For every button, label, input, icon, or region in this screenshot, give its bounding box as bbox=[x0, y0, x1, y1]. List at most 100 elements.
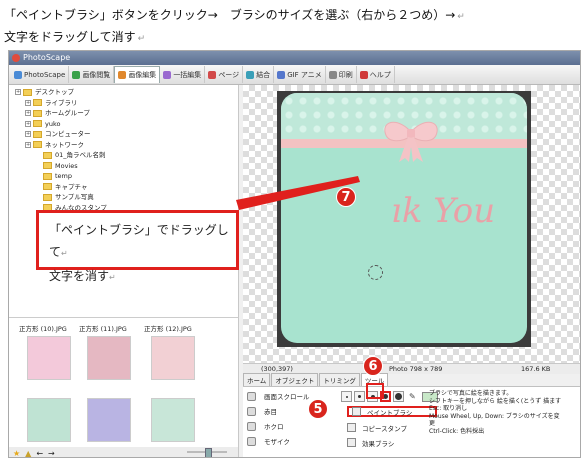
photo-dimensions: Photo 798 x 789 bbox=[389, 365, 443, 373]
tab-icon bbox=[208, 70, 217, 79]
folder-icon bbox=[33, 130, 42, 138]
tab-4[interactable]: ページ bbox=[205, 66, 244, 83]
tool-mosaic[interactable]: モザイク bbox=[247, 436, 290, 446]
thumbnail-image[interactable] bbox=[151, 398, 195, 442]
expand-icon[interactable]: + bbox=[25, 120, 31, 127]
step-badge-6: 6 bbox=[363, 356, 383, 376]
expand-icon[interactable]: + bbox=[25, 110, 31, 117]
tool-panel: 画面スクロール 赤目 ホクロ モザイク ✎ ペイントブラシ コピースタンプ 効果… bbox=[243, 386, 580, 457]
tool-red-eye[interactable]: 赤目 bbox=[247, 406, 277, 416]
help-line: 更 bbox=[429, 420, 436, 428]
tab-2[interactable]: 画像編集 bbox=[114, 66, 161, 83]
folder-up-icon[interactable]: ▲ bbox=[25, 449, 31, 458]
tool-help-text: ブラシで写真に絵を描きます。 シフトキーを押しながら 絵を描く(とうず 描ます Es… bbox=[429, 390, 579, 436]
thumb-label: 正方形 (10).JPG bbox=[19, 325, 67, 333]
help-line: Mouse Wheel, Up, Down: ブラシのサイズを変 bbox=[429, 412, 560, 420]
tree-item[interactable]: サンプル写真 bbox=[15, 192, 238, 203]
star-icon[interactable]: ★ bbox=[13, 449, 20, 458]
subtab-0[interactable]: ホーム bbox=[243, 373, 271, 386]
tree-item[interactable]: キャプチャ bbox=[15, 182, 238, 193]
thumbnail-image[interactable] bbox=[87, 336, 131, 380]
callout-line-1: 「ペイントブラシ」でドラッグして↵ bbox=[49, 223, 229, 259]
folder-icon bbox=[23, 88, 32, 96]
tab-6[interactable]: GIF アニメ bbox=[274, 66, 326, 83]
callout-line-2: 文字を消す↵ bbox=[49, 269, 116, 283]
thumbnail-image[interactable] bbox=[87, 398, 131, 442]
tree-item[interactable]: + ネットワーク bbox=[15, 140, 238, 151]
tree-item[interactable]: + ホームグループ bbox=[15, 108, 238, 119]
folder-icon bbox=[43, 172, 52, 180]
stamp-icon bbox=[347, 423, 356, 432]
mosaic-icon bbox=[247, 436, 256, 446]
back-arrow-icon[interactable]: ← bbox=[36, 449, 43, 458]
clone-stamp-button[interactable]: コピースタンプ bbox=[347, 422, 407, 433]
folder-icon bbox=[43, 151, 52, 159]
tree-item[interactable]: + ライブラリ bbox=[15, 98, 238, 109]
expand-icon[interactable]: + bbox=[25, 131, 31, 138]
thumbnail-panel: 正方形 (10).JPG 正方形 (11).JPG 正方形 (12).JPG bbox=[9, 317, 239, 447]
thumbnail-size-slider[interactable] bbox=[187, 448, 227, 457]
tab-1[interactable]: 画像閲覧 bbox=[69, 66, 115, 83]
tab-0[interactable]: PhotoScape bbox=[11, 66, 70, 83]
tab-icon bbox=[118, 71, 127, 79]
folder-icon bbox=[33, 99, 42, 107]
effect-icon bbox=[347, 438, 356, 447]
brush-size-selector: ✎ bbox=[341, 391, 438, 402]
tab-3[interactable]: 一括編集 bbox=[160, 66, 206, 83]
file-size: 167.6 KB bbox=[521, 365, 551, 373]
dot-icon bbox=[247, 421, 256, 431]
tree-item[interactable]: + デスクトップ bbox=[15, 87, 238, 98]
brush-size-5[interactable] bbox=[393, 391, 404, 402]
brush-size-highlight bbox=[366, 383, 384, 399]
thumbnail-image[interactable] bbox=[27, 336, 71, 380]
tree-item[interactable]: + コンピューター bbox=[15, 129, 238, 140]
tab-icon bbox=[72, 70, 81, 79]
instruction-line-2: 文字をドラッグして消す ↵ bbox=[4, 30, 146, 44]
forward-arrow-icon[interactable]: → bbox=[48, 449, 55, 458]
tab-5[interactable]: 結合 bbox=[243, 66, 275, 83]
brush-size-1[interactable] bbox=[341, 391, 352, 402]
tab-icon bbox=[246, 70, 255, 79]
effect-brush-button[interactable]: 効果ブラシ bbox=[347, 437, 394, 448]
folder-icon bbox=[43, 183, 52, 191]
tab-icon bbox=[328, 70, 337, 79]
tree-item[interactable]: temp bbox=[15, 171, 238, 182]
step-badge-7: 7 bbox=[336, 187, 356, 207]
app-logo-icon bbox=[12, 54, 20, 62]
thumbnail-image[interactable] bbox=[151, 336, 195, 380]
folder-icon bbox=[33, 141, 42, 149]
card-script-text: ık You bbox=[391, 191, 496, 231]
expand-icon[interactable]: + bbox=[15, 89, 21, 96]
tab-icon bbox=[359, 70, 368, 79]
tree-item[interactable]: 01_角ラベル名刺 bbox=[15, 150, 238, 161]
instruction-callout: 「ペイントブラシ」でドラッグして↵ 文字を消す↵ bbox=[36, 210, 239, 283]
folder-icon bbox=[33, 109, 42, 117]
help-line: Ctrl-Click: 色料採出 bbox=[429, 427, 485, 435]
help-line: ブラシで写真に絵を描きます。 bbox=[429, 390, 513, 397]
tree-item[interactable]: Movies bbox=[15, 161, 238, 172]
paint-brush-button[interactable]: ペイントブラシ bbox=[347, 406, 437, 417]
instruction-line-1: 「ペイントブラシ」ボタンをクリック→ ブラシのサイズを選ぶ（右から２つめ）→ ↵ bbox=[4, 8, 465, 22]
expand-icon[interactable]: + bbox=[25, 141, 31, 148]
window-title: PhotoScape bbox=[23, 53, 71, 62]
edit-sub-tabs: ホーム オブジェクト トリミング ツール bbox=[243, 373, 389, 386]
folder-icon bbox=[43, 193, 52, 201]
tab-7[interactable]: 印刷 bbox=[326, 66, 357, 83]
thumb-label: 正方形 (12).JPG bbox=[144, 325, 192, 333]
pencil-icon[interactable]: ✎ bbox=[409, 392, 416, 401]
tab-icon bbox=[277, 70, 286, 79]
tree-item[interactable]: + yuko bbox=[15, 119, 238, 130]
thumbnail-image[interactable] bbox=[27, 398, 71, 442]
folder-icon bbox=[43, 162, 52, 170]
subtab-2[interactable]: トリミング bbox=[319, 373, 360, 386]
brush-size-2[interactable] bbox=[354, 391, 365, 402]
step-badge-5: 5 bbox=[308, 399, 328, 419]
tab-8[interactable]: ヘルプ bbox=[357, 66, 395, 83]
expand-icon[interactable]: + bbox=[25, 99, 31, 106]
title-bar: PhotoScape bbox=[9, 51, 580, 65]
tool-mole[interactable]: ホクロ bbox=[247, 421, 284, 431]
subtab-1[interactable]: オブジェクト bbox=[271, 373, 319, 386]
eye-icon bbox=[247, 406, 256, 416]
bow-icon bbox=[384, 121, 438, 162]
tool-scroll[interactable]: 画面スクロール bbox=[247, 391, 310, 401]
